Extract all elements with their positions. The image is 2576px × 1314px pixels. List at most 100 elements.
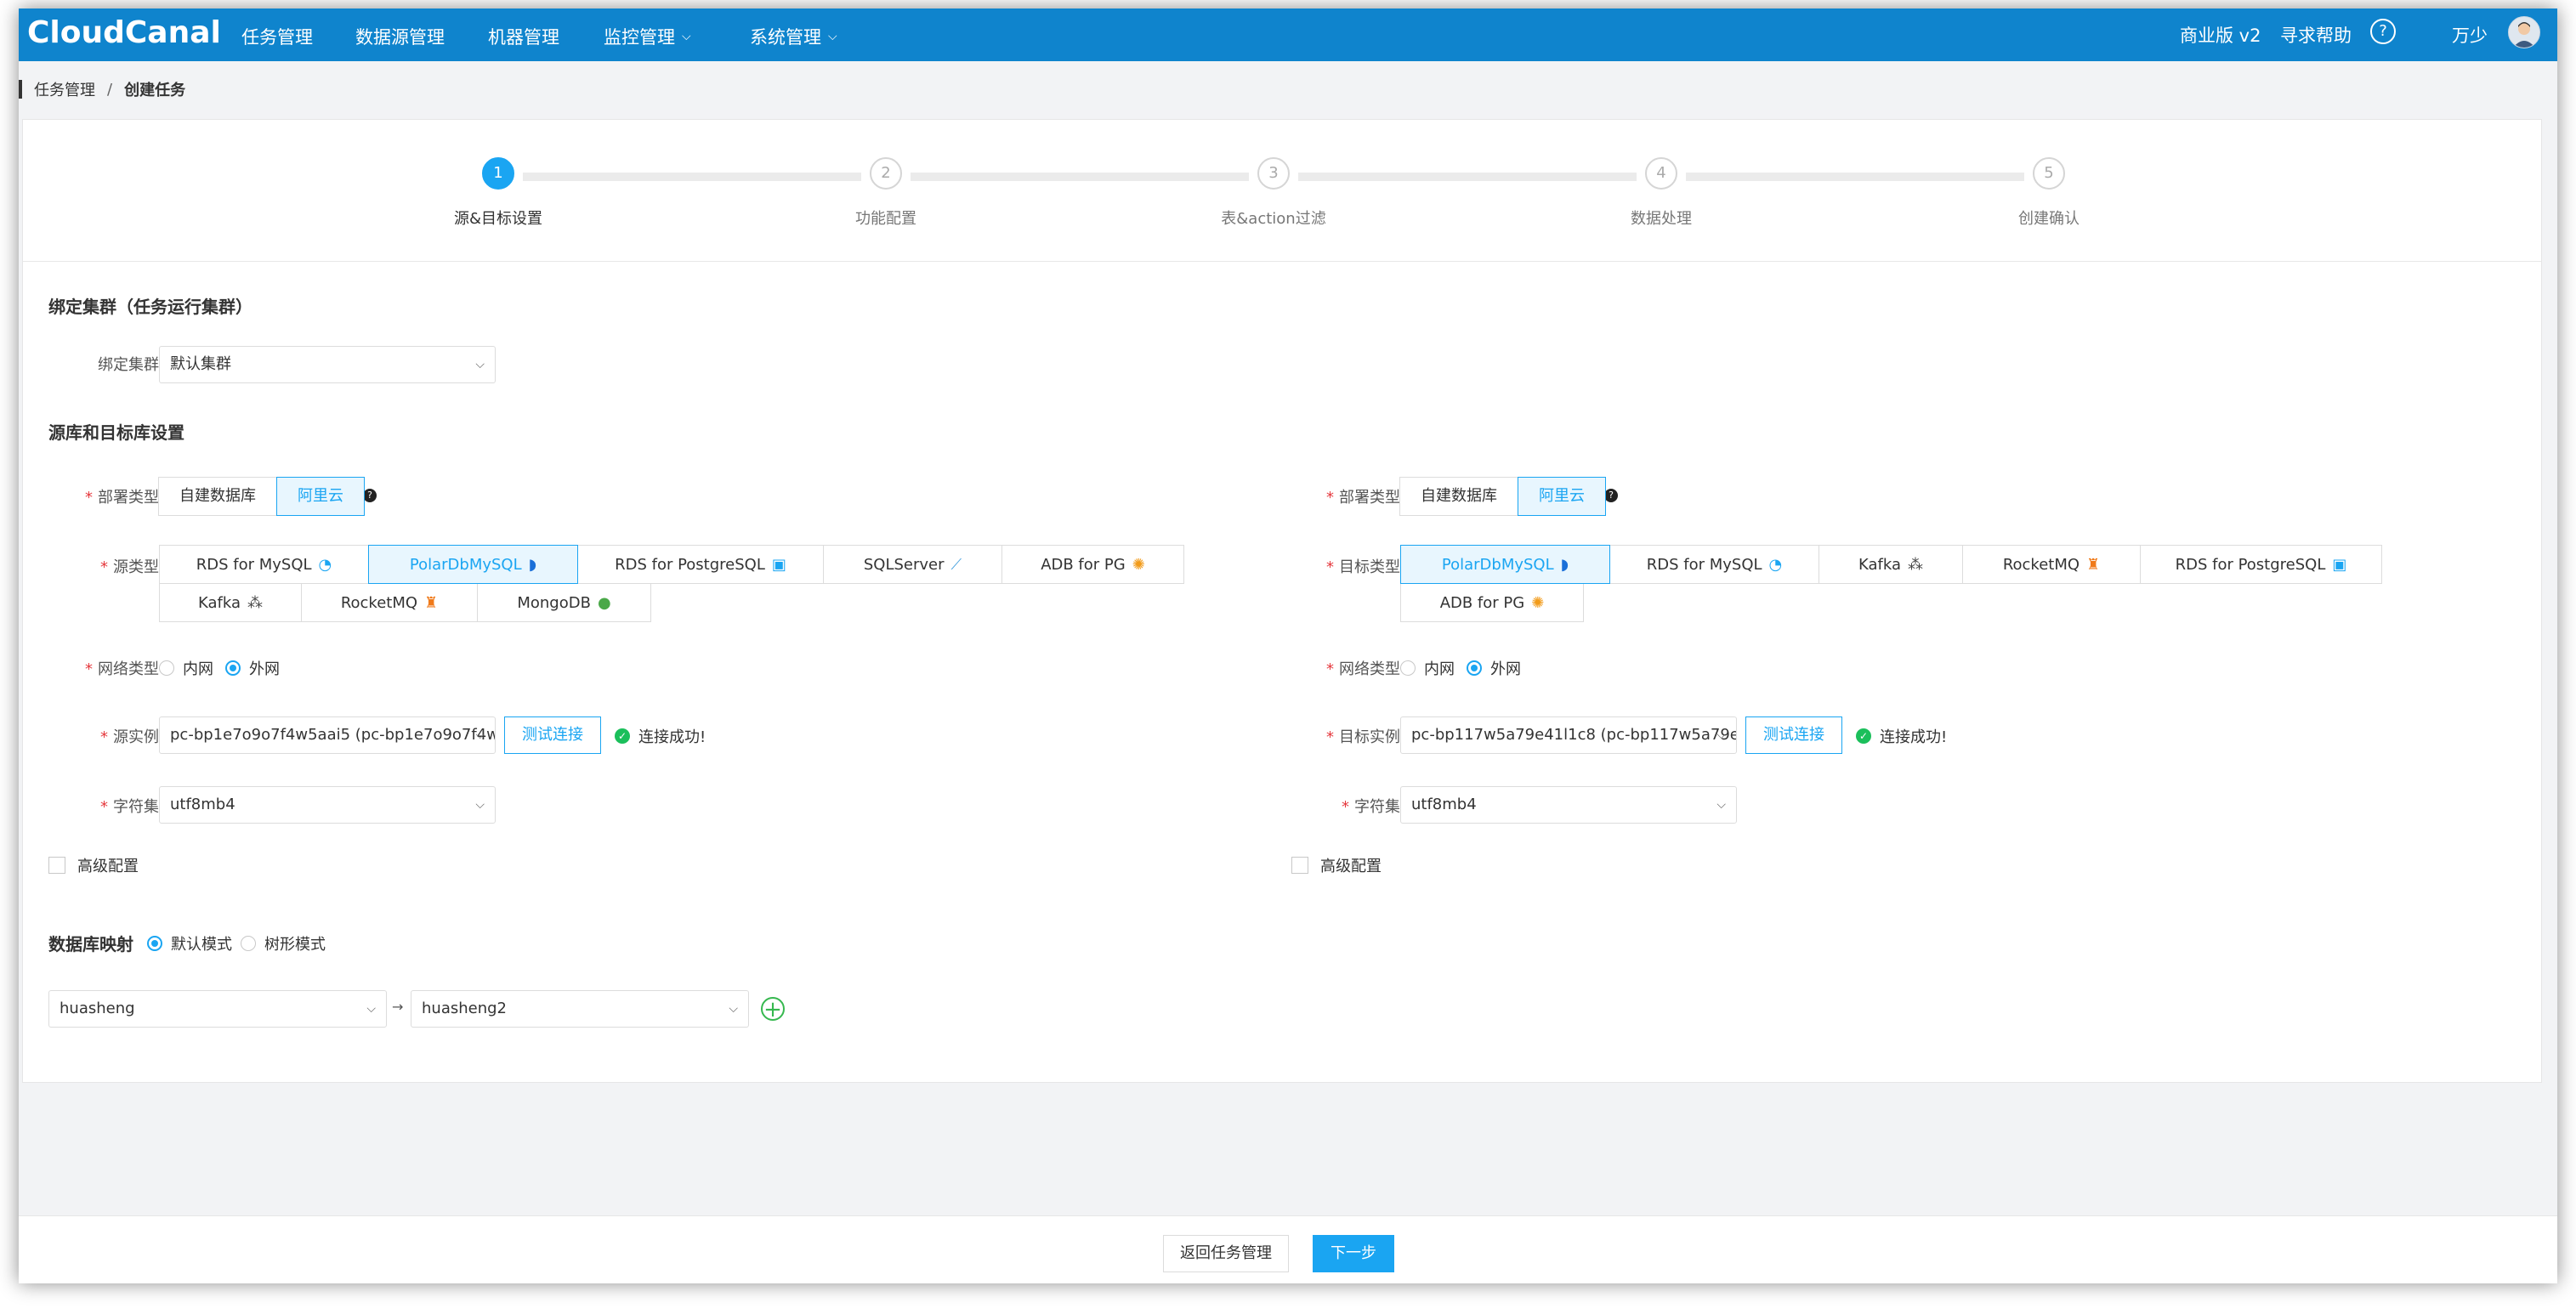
db-mapping-title: 数据库映射 [48, 934, 133, 954]
source-charset-select[interactable]: utf8mb4 ⌵ [159, 786, 496, 824]
step-2-indicator: 2 [870, 157, 902, 190]
target-advanced-checkbox[interactable]: 高级配置 [1291, 854, 1382, 876]
target-type-adb-pg[interactable]: ADB for PG ✺ [1400, 583, 1584, 622]
source-network-label: * 网络类型 [85, 660, 159, 678]
db-type-label: RocketMQ [2002, 555, 2080, 574]
mapping-mode-tree[interactable]: 树形模式 [241, 932, 326, 954]
breadcrumb-separator: / [107, 80, 113, 99]
top-nav: CloudCanal 任务管理 数据源管理 机器管理 监控管理 ⌵ 系统管理 ⌵ 商… [19, 8, 2557, 61]
target-network-intranet[interactable]: 内网 [1400, 657, 1455, 679]
target-db-select[interactable]: huasheng2 ⌵ [411, 990, 749, 1028]
target-network-internet[interactable]: 外网 [1467, 657, 1521, 679]
checkbox-icon [48, 857, 65, 874]
source-type-sqlserver[interactable]: SQLServer ⟋ [823, 545, 1002, 584]
step-2-label: 功能配置 [855, 210, 916, 228]
target-deploy-aliyun[interactable]: 阿里云 [1518, 477, 1606, 516]
db-type-label: RDS for MySQL [196, 555, 312, 574]
target-type-kafka[interactable]: Kafka ⁂ [1819, 545, 1963, 584]
rds-mysql-icon: ◔ [318, 555, 332, 574]
source-deploy-self-hosted[interactable]: 自建数据库 [158, 477, 277, 516]
source-type-rds-postgresql[interactable]: RDS for PostgreSQL ▣ [577, 545, 824, 584]
edition-label: 商业版 v2 [2180, 25, 2261, 46]
source-instance-label: * 源实例 [100, 728, 159, 746]
target-deploy-toggle: 自建数据库 阿里云 [1399, 477, 1606, 516]
target-type-polardb[interactable]: PolarDbMySQL ◗ [1400, 545, 1610, 584]
source-type-rocketmq[interactable]: RocketMQ ♜ [301, 583, 478, 622]
question-icon[interactable]: ? [363, 489, 377, 502]
source-network-intranet[interactable]: 内网 [159, 657, 213, 679]
target-connection-status: ✓ 连接成功! [1856, 725, 1947, 747]
nav-item-task[interactable]: 任务管理 [241, 24, 313, 49]
db-type-label: RDS for PostgreSQL [615, 555, 765, 574]
source-type-grid: RDS for MySQL ◔ PolarDbMySQL ◗ RDS for Postg… [159, 545, 1214, 622]
logo: CloudCanal [27, 15, 221, 50]
step-connector [1298, 173, 1637, 181]
nav-item-system[interactable]: 系统管理 ⌵ [750, 24, 837, 49]
target-type-rds-postgresql[interactable]: RDS for PostgreSQL ▣ [2140, 545, 2382, 584]
step-1-indicator: 1 [482, 157, 514, 190]
arrow-right-icon: → [392, 999, 404, 1015]
target-type-grid: PolarDbMySQL ◗ RDS for MySQL ◔ Kafka ⁂ RocketM… [1400, 545, 2455, 622]
add-mapping-icon[interactable]: + [761, 997, 785, 1021]
kafka-icon: ⁂ [247, 593, 263, 612]
chevron-down-icon: ⌵ [729, 1002, 738, 1016]
breadcrumb: 任务管理 / 创建任务 [19, 76, 185, 102]
source-instance-select[interactable]: pc-bp1e7o9o7f4w5aai5 (pc-bp1e7o9o7f4w5 ⌵ [159, 716, 496, 754]
radio-selected-icon [1467, 660, 1482, 676]
target-type-rocketmq[interactable]: RocketMQ ♜ [1962, 545, 2141, 584]
nav-item-datasource[interactable]: 数据源管理 [355, 24, 445, 49]
source-network-internet[interactable]: 外网 [225, 657, 280, 679]
radio-selected-icon [225, 660, 241, 676]
rocketmq-icon: ♜ [424, 593, 439, 612]
breadcrumb-marker [19, 80, 22, 99]
rds-postgresql-icon: ▣ [771, 555, 786, 574]
source-type-kafka[interactable]: Kafka ⁂ [159, 583, 302, 622]
chevron-down-icon: ⌵ [682, 30, 691, 43]
nav-item-monitor[interactable]: 监控管理 ⌵ [604, 24, 691, 49]
app-window: CloudCanal 任务管理 数据源管理 机器管理 监控管理 ⌵ 系统管理 ⌵ 商… [19, 8, 2557, 1283]
source-deploy-aliyun[interactable]: 阿里云 [276, 477, 365, 516]
source-type-rds-mysql[interactable]: RDS for MySQL ◔ [159, 545, 369, 584]
step-4-indicator: 4 [1645, 157, 1677, 190]
help-link[interactable]: 寻求帮助 [2280, 22, 2352, 48]
source-type-polardb[interactable]: PolarDbMySQL ◗ [368, 545, 578, 584]
chevron-down-icon: ⌵ [475, 798, 485, 812]
step-connector [523, 173, 861, 181]
db-type-label: RDS for PostgreSQL [2175, 555, 2326, 574]
polardb-icon: ◗ [528, 555, 537, 574]
chevron-down-icon: ⌵ [366, 1002, 376, 1016]
step-4-label: 数据处理 [1631, 210, 1692, 228]
step-connector [1686, 173, 2024, 181]
target-charset-label: * 字符集 [1342, 798, 1400, 816]
target-instance-label: * 目标实例 [1326, 728, 1400, 746]
step-5-label: 创建确认 [2018, 210, 2080, 228]
target-charset-select[interactable]: utf8mb4 ⌵ [1400, 786, 1737, 824]
nav-item-machine[interactable]: 机器管理 [488, 24, 559, 49]
db-type-label: RocketMQ [340, 593, 418, 612]
source-type-mongodb[interactable]: MongoDB ● [477, 583, 651, 622]
source-type-adb-pg[interactable]: ADB for PG ✺ [1001, 545, 1184, 584]
target-test-connection-button[interactable]: 测试连接 [1745, 716, 1842, 754]
radio-icon [241, 936, 256, 951]
mapping-mode-default[interactable]: 默认模式 [147, 932, 232, 954]
radio-icon [1400, 660, 1416, 676]
help-icon[interactable]: ? [2370, 19, 2396, 44]
source-type-label: * 源类型 [100, 558, 159, 576]
avatar[interactable] [2508, 16, 2540, 48]
breadcrumb-parent[interactable]: 任务管理 [34, 78, 95, 100]
source-test-connection-button[interactable]: 测试连接 [504, 716, 601, 754]
back-to-tasks-button[interactable]: 返回任务管理 [1163, 1235, 1289, 1272]
next-step-button[interactable]: 下一步 [1313, 1235, 1394, 1272]
chevron-down-icon: ⌵ [475, 728, 485, 742]
target-instance-select[interactable]: pc-bp117w5a79e41l1c8 (pc-bp117w5a79e4 ⌵ [1400, 716, 1737, 754]
target-deploy-self-hosted[interactable]: 自建数据库 [1399, 477, 1518, 516]
question-icon[interactable]: ? [1604, 489, 1618, 502]
source-advanced-checkbox[interactable]: 高级配置 [48, 854, 139, 876]
user-name[interactable]: 万少 [2452, 22, 2488, 48]
db-section-title: 源库和目标库设置 [48, 422, 184, 443]
step-1-label: 源&目标设置 [453, 210, 543, 228]
source-db-select[interactable]: huasheng ⌵ [48, 990, 387, 1028]
target-type-rds-mysql[interactable]: RDS for MySQL ◔ [1609, 545, 1819, 584]
source-connection-status: ✓ 连接成功! [615, 725, 706, 747]
cluster-select[interactable]: 默认集群 ⌵ [159, 346, 496, 383]
